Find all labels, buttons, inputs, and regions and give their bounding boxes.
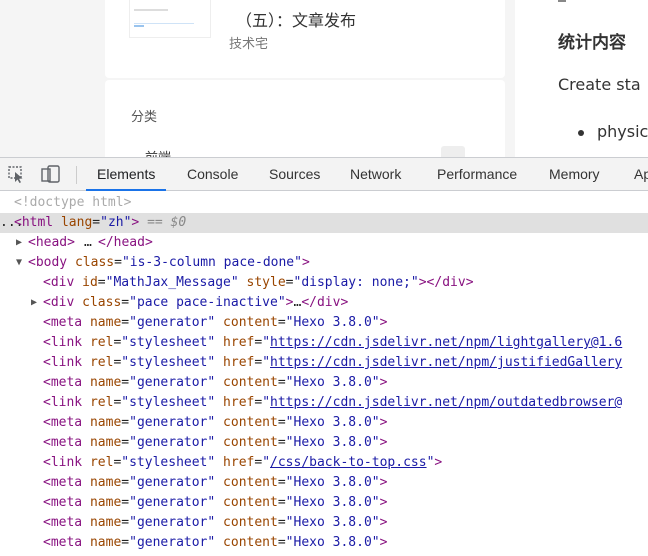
expand-arrow-icon[interactable]: ▶	[31, 293, 37, 313]
href-link[interactable]: /css/back-to-top.css	[270, 455, 427, 470]
dom-node-meta[interactable]: <meta name="generator" content="Hexo 3.8…	[0, 493, 648, 513]
dom-node-link[interactable]: <link rel="stylesheet" href="https://cdn…	[0, 333, 648, 353]
dom-node-meta[interactable]: <meta name="generator" content="Hexo 3.8…	[0, 313, 648, 333]
bullet-icon	[578, 130, 584, 136]
dom-node-meta[interactable]: <meta name="generator" content="Hexo 3.8…	[0, 513, 648, 533]
inspect-element-icon[interactable]	[6, 164, 28, 184]
devtools-toolbar: Elements Console Sources Network Perform…	[0, 158, 648, 191]
dom-node-doctype[interactable]: <!doctype html>	[0, 193, 648, 213]
tab-performance[interactable]: Performance	[437, 158, 517, 191]
paragraph-text: Create sta	[558, 75, 641, 94]
dom-node-head[interactable]: ▶ <head> … </head>	[0, 233, 648, 253]
recent-post-card: （五）：文章发布 技术宅	[105, 0, 505, 78]
toolbar-separator	[76, 166, 77, 184]
href-link[interactable]: https://cdn.jsdelivr.net/npm/lightgaller…	[270, 335, 622, 350]
post-title[interactable]: （五）：文章发布	[236, 7, 356, 31]
dom-node-div[interactable]: ▶ <div class="pace pace-inactive">…</div…	[0, 293, 648, 313]
dom-node-meta[interactable]: <meta name="generator" content="Hexo 3.8…	[0, 373, 648, 393]
tab-elements[interactable]: Elements	[86, 158, 167, 191]
collapse-arrow-icon[interactable]: ▼	[16, 253, 22, 273]
article-content-panel: 统计内容 Create sta physic	[515, 0, 648, 157]
dom-node-div[interactable]: <div id="MathJax_Message" style="display…	[0, 273, 648, 293]
href-link[interactable]: https://cdn.jsdelivr.net/npm/justifiedGa…	[270, 355, 622, 370]
expand-arrow-icon[interactable]: ▶	[16, 233, 22, 253]
dom-node-meta[interactable]: <meta name="generator" content="Hexo 3.8…	[0, 533, 648, 553]
dom-tree: <!doctype html> ... <html lang="zh"> == …	[0, 193, 648, 556]
dom-node-html[interactable]: ... <html lang="zh"> == $0	[0, 213, 648, 233]
category-count-badge	[441, 146, 465, 157]
dom-node-link[interactable]: <link rel="stylesheet" href="https://cdn…	[0, 393, 648, 413]
post-thumbnail[interactable]	[129, 0, 211, 38]
dom-node-body[interactable]: ▼ <body class="is-3-column pace-done">	[0, 253, 648, 273]
device-toolbar-icon[interactable]	[40, 164, 62, 184]
tab-sources[interactable]: Sources	[269, 158, 320, 191]
dom-node-meta[interactable]: <meta name="generator" content="Hexo 3.8…	[0, 473, 648, 493]
href-link[interactable]: https://cdn.jsdelivr.net/npm/outdatedbro…	[270, 395, 622, 410]
category-card-title: 分类	[131, 110, 158, 125]
devtools-panel: Elements Console Sources Network Perform…	[0, 157, 648, 556]
divider	[558, 0, 566, 2]
tab-console[interactable]: Console	[187, 158, 238, 191]
dom-node-link[interactable]: <link rel="stylesheet" href="/css/back-t…	[0, 453, 648, 473]
dom-node-meta[interactable]: <meta name="generator" content="Hexo 3.8…	[0, 413, 648, 433]
dom-node-link[interactable]: <link rel="stylesheet" href="https://cdn…	[0, 353, 648, 373]
post-category[interactable]: 技术宅	[229, 33, 268, 52]
tab-memory[interactable]: Memory	[549, 158, 600, 191]
tab-application[interactable]: Ap	[634, 158, 648, 191]
dom-node-meta[interactable]: <meta name="generator" content="Hexo 3.8…	[0, 433, 648, 453]
category-item[interactable]: 前端	[145, 147, 171, 157]
page-viewport: （五）：文章发布 技术宅 分类 前端 统计内容 Create sta physi…	[0, 0, 648, 157]
section-heading: 统计内容	[558, 33, 626, 53]
left-gutter	[0, 0, 105, 157]
tab-network[interactable]: Network	[350, 158, 401, 191]
list-item: physic	[597, 122, 648, 141]
category-card: 分类 前端	[105, 80, 505, 157]
